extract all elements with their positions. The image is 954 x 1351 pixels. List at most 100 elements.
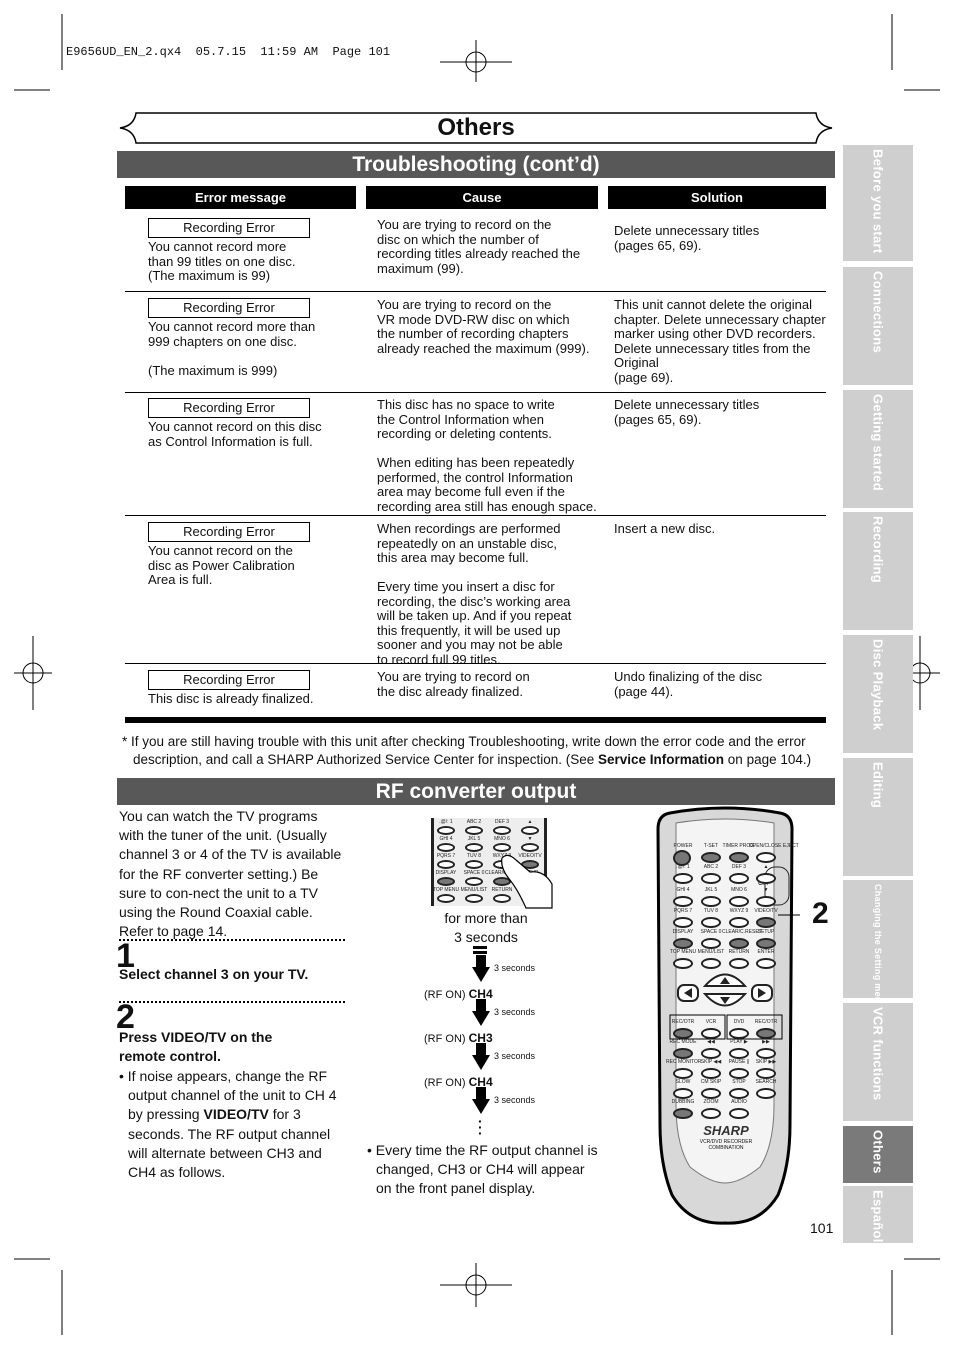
remote-button[interactable]	[729, 1088, 749, 1099]
remote-button[interactable]	[673, 1028, 693, 1039]
side-tab-others[interactable]: Others	[843, 1126, 913, 1183]
keypad-button	[521, 826, 539, 835]
remote-button[interactable]	[701, 1028, 721, 1039]
cause-text: This disc has no space to write the Cont…	[377, 397, 597, 514]
solution-text: This unit cannot delete the original cha…	[614, 297, 826, 385]
remote-button[interactable]	[729, 1068, 749, 1079]
channel-prefix: (RF ON)	[424, 1077, 469, 1089]
sharp-logo: SHARP	[703, 1123, 749, 1138]
remote-button[interactable]	[756, 1088, 776, 1099]
remote-button[interactable]	[701, 917, 721, 928]
side-tab-editing[interactable]: Editing	[843, 758, 913, 876]
arrow-stub	[473, 951, 487, 954]
remote-button[interactable]	[729, 958, 749, 969]
side-tab-label: Editing	[870, 762, 886, 809]
error-label-box: Recording Error	[148, 218, 310, 238]
remote-button[interactable]	[729, 938, 749, 949]
remote-label: REC/OTR	[754, 1019, 778, 1025]
error-description: You cannot record more than 99 titles on…	[148, 239, 296, 283]
side-tab-label: Español	[870, 1190, 886, 1243]
finger-press-icon	[501, 854, 553, 909]
remote-label: ▶▶	[762, 1039, 770, 1045]
remote-button[interactable]	[756, 1048, 776, 1059]
side-tab-before-you-start[interactable]: Before you start	[843, 145, 913, 261]
remote-button[interactable]	[673, 873, 693, 884]
solution-text: Insert a new disc.	[614, 521, 716, 536]
side-tab-connections[interactable]: Connections	[843, 267, 913, 385]
remote-button[interactable]	[756, 917, 776, 928]
remote-button[interactable]	[729, 852, 749, 863]
keypad-button	[465, 826, 483, 835]
side-tab-label: Changing the Setting menu	[873, 884, 883, 1009]
cause-text: You are trying to record on the disc on …	[377, 217, 581, 276]
cause-text: You are trying to record on the disc alr…	[377, 669, 530, 699]
remote-button[interactable]	[756, 1068, 776, 1079]
remote-button[interactable]	[673, 958, 693, 969]
keypad-button	[493, 826, 511, 835]
keypad-button	[437, 894, 455, 903]
error-description: You cannot record more than 999 chapters…	[148, 319, 316, 378]
remote-button[interactable]	[729, 896, 749, 907]
remote-button[interactable]	[701, 852, 721, 863]
footnote-line2: description, and call a SHARP Authorized…	[133, 751, 811, 769]
remote-button[interactable]	[701, 1088, 721, 1099]
remote-label: AUDIO	[731, 1099, 747, 1105]
remote-button[interactable]	[729, 1028, 749, 1039]
side-tab-label: Getting started	[870, 394, 886, 491]
remote-button[interactable]	[673, 1068, 693, 1079]
remote-label: VIDEO/TV	[754, 908, 778, 914]
keypad-button	[465, 843, 483, 852]
footnote-end: on page 104.)	[724, 752, 812, 767]
error-label-box: Recording Error	[148, 298, 310, 318]
footnote-text: description, and call a SHARP Authorized…	[133, 752, 598, 767]
solution-text: Delete unnecessary titles (pages 65, 69)…	[614, 397, 760, 427]
remote-button[interactable]	[729, 1108, 749, 1119]
side-tab-changing-the-setting-menu[interactable]: Changing the Setting menu	[843, 880, 913, 1009]
remote-label: SEARCH	[755, 1079, 777, 1085]
remote-button[interactable]	[756, 938, 776, 949]
remote-button[interactable]	[756, 896, 776, 907]
interval-label: 3 seconds	[494, 963, 536, 973]
remote-label: ▲	[763, 864, 769, 870]
remote-button[interactable]	[729, 917, 749, 928]
side-tab-getting-started[interactable]: Getting started	[843, 390, 913, 508]
step1-text: Select channel 3 on your TV.	[119, 966, 309, 982]
remote-button[interactable]	[756, 873, 776, 884]
remote-button[interactable]	[673, 938, 693, 949]
remote-button[interactable]	[673, 1108, 693, 1119]
column-header-error: Error message	[125, 186, 356, 209]
divider	[119, 1001, 345, 1003]
side-tab-espa-ol[interactable]: Español	[843, 1186, 913, 1243]
remote-button[interactable]	[673, 1088, 693, 1099]
remote-button[interactable]	[673, 896, 693, 907]
channel-prefix: (RF ON)	[424, 1033, 469, 1045]
remote-button[interactable]	[701, 958, 721, 969]
remote-button[interactable]	[673, 917, 693, 928]
remote-button[interactable]	[701, 1068, 721, 1079]
side-tab-vcr-functions[interactable]: VCR functions	[843, 1003, 913, 1121]
remote-button[interactable]	[756, 958, 776, 969]
side-tab-label: Others	[870, 1130, 886, 1174]
remote-button[interactable]	[729, 873, 749, 884]
page-number: 101	[810, 1220, 834, 1236]
side-tab-disc-playback[interactable]: Disc Playback	[843, 635, 913, 753]
side-tab-label: Recording	[870, 516, 886, 583]
side-tab-recording[interactable]: Recording	[843, 512, 913, 630]
remote-button[interactable]	[701, 896, 721, 907]
keypad-button	[437, 877, 455, 886]
remote-button[interactable]	[756, 1028, 776, 1039]
interval-label: 3 seconds	[494, 1095, 536, 1105]
keypad-button	[437, 860, 455, 869]
remote-button[interactable]	[701, 873, 721, 884]
remote-label: SKIP ▶▶	[755, 1059, 777, 1065]
remote-button[interactable]	[701, 938, 721, 949]
interval-label: 3 seconds	[494, 1051, 536, 1061]
remote-button[interactable]	[756, 852, 776, 863]
troubleshooting-header: Troubleshooting (cont’d)	[117, 151, 835, 178]
remote-button[interactable]	[729, 1048, 749, 1059]
remote-button[interactable]	[701, 1108, 721, 1119]
keypad-button	[437, 843, 455, 852]
remote-button[interactable]	[673, 1048, 693, 1059]
remote-button[interactable]	[701, 1048, 721, 1059]
cause-text: You are trying to record on the VR mode …	[377, 297, 590, 356]
